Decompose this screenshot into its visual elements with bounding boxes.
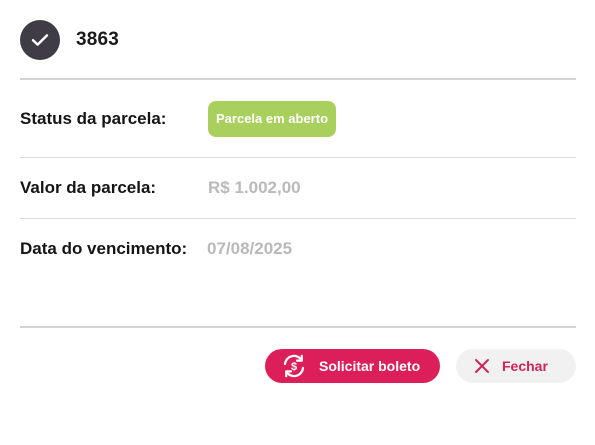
status-row: Status da parcela: Parcela em aberto [20, 101, 576, 137]
value-label: Valor da parcela: [20, 178, 157, 197]
installment-value: R$ 1.002,00 [208, 178, 301, 197]
check-icon [20, 20, 60, 60]
installment-card: 3863 Status da parcela: Parcela em abert… [0, 0, 595, 445]
sync-currency-icon: $ [281, 353, 307, 379]
status-badge: Parcela em aberto [208, 101, 337, 137]
installment-number: 3863 [76, 29, 120, 50]
header-divider [20, 78, 576, 80]
value-row: Valor da parcela: R$ 1.002,00 [20, 176, 576, 200]
close-button[interactable]: Fechar [456, 349, 576, 383]
request-boleto-button[interactable]: $ Solicitar boleto [265, 349, 440, 383]
row-divider [20, 218, 576, 219]
due-date-label: Data do vencimento: [20, 239, 188, 258]
due-date-value: 07/08/2025 [207, 239, 293, 258]
row-divider [20, 157, 576, 158]
footer-divider [20, 326, 576, 328]
status-label: Status da parcela: [20, 109, 167, 128]
svg-text:$: $ [291, 361, 297, 373]
card-header: 3863 [20, 20, 119, 60]
close-icon [474, 358, 490, 374]
request-boleto-label: Solicitar boleto [319, 358, 421, 374]
close-label: Fechar [502, 358, 548, 374]
due-date-row: Data do vencimento: 07/08/2025 [20, 237, 576, 261]
